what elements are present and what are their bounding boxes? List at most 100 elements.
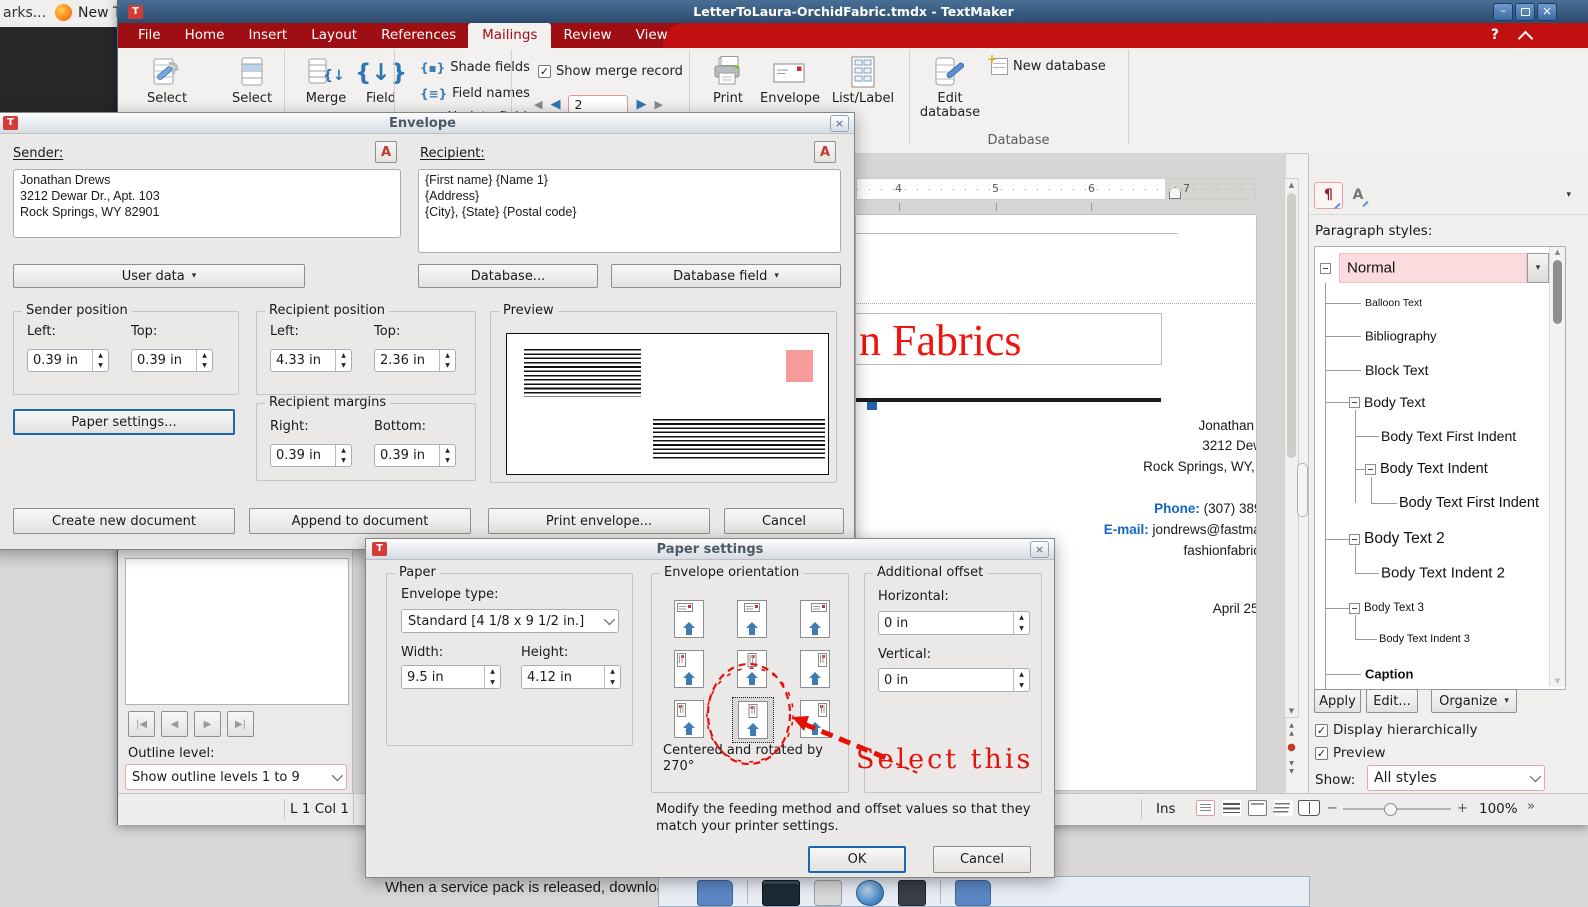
page-view-icon[interactable] <box>1196 800 1215 816</box>
show-merge-record-checkbox[interactable]: ✓ Show merge record <box>538 64 683 79</box>
vertical-scrollbar[interactable]: ▲ ▼ <box>1284 178 1299 718</box>
print-envelope-button[interactable]: Print envelope... <box>488 508 710 534</box>
orientation-option-8-selected[interactable] <box>732 697 774 743</box>
folder-icon[interactable] <box>697 880 733 906</box>
show-styles-dropdown[interactable]: All styles <box>1367 765 1545 791</box>
sender-left-stepper[interactable]: 0.39 in▲▼ <box>27 349 109 372</box>
sidebar-menu-icon[interactable]: ▾ <box>1566 190 1571 200</box>
recipient-top-stepper[interactable]: 2.36 in▲▼ <box>374 349 456 372</box>
database-field-button[interactable]: Database field▾ <box>611 264 841 288</box>
frame-view-icon[interactable] <box>1248 800 1267 816</box>
tab-mailings[interactable]: Mailings <box>468 23 551 48</box>
orientation-option-5[interactable] <box>732 647 772 691</box>
apply-style-button[interactable]: Apply <box>1314 689 1361 713</box>
recipient-font-button[interactable]: A <box>814 141 836 163</box>
orientation-option-3[interactable] <box>795 597 835 641</box>
record-next-icon[interactable]: ▶ <box>636 97 646 112</box>
browse-target-button[interactable]: ● <box>1284 742 1299 758</box>
sidebar-splitter-handle[interactable] <box>1297 463 1308 517</box>
envelope-type-dropdown[interactable]: Standard [4 1/8 x 9 1/2 in.] <box>401 609 619 633</box>
tree-expand-icon[interactable] <box>1365 464 1376 475</box>
nav-last-button[interactable]: ▶| <box>227 711 254 737</box>
selection-handle[interactable] <box>867 402 877 410</box>
paragraph-styles-tab[interactable]: ¶ <box>1314 182 1343 209</box>
style-item[interactable]: Body Text First Indent <box>1399 495 1539 511</box>
record-last-icon[interactable]: ▶ <box>654 98 662 111</box>
drive-icon[interactable] <box>898 880 926 906</box>
tab-references[interactable]: References <box>369 23 468 48</box>
zoom-slider-track[interactable] <box>1343 808 1451 810</box>
style-item[interactable]: Body Text Indent 2 <box>1381 565 1505 582</box>
normal-view-icon[interactable] <box>1222 800 1241 816</box>
envelope-dialog-titlebar[interactable]: Envelope <box>0 113 854 134</box>
user-data-button[interactable]: User data▾ <box>13 264 305 288</box>
character-styles-tab[interactable]: A <box>1346 183 1370 207</box>
orientation-option-4[interactable] <box>669 647 709 691</box>
nav-next-button[interactable]: ▶ <box>194 711 221 737</box>
orientation-option-7[interactable] <box>669 697 709 741</box>
style-item[interactable]: Body Text 2 <box>1364 530 1445 548</box>
orientation-option-2[interactable] <box>732 597 772 641</box>
window-icon[interactable] <box>814 880 842 906</box>
field-button[interactable]: {↓} Field <box>355 54 407 112</box>
nav-first-button[interactable]: |◀ <box>128 711 155 737</box>
tab-view[interactable]: View <box>624 23 680 48</box>
tree-expand-icon[interactable] <box>1349 397 1360 408</box>
close-dialog-button[interactable]: × <box>1030 541 1049 558</box>
margin-right-stepper[interactable]: 0.39 in▲▼ <box>270 444 352 467</box>
style-item-normal[interactable]: Normal <box>1347 260 1395 277</box>
styles-scrollbar[interactable]: ▲ ▼ <box>1549 247 1565 687</box>
browse-prev-object-button[interactable]: ▲▲ <box>1284 722 1299 740</box>
sender-textarea[interactable]: Jonathan Drews 3212 Dewar Dr., Apt. 103 … <box>13 169 401 238</box>
window-titlebar[interactable]: LetterToLaura-OrchidFabric.tmdx - TextMa… <box>118 0 1588 23</box>
style-item[interactable]: Body Text <box>1364 394 1425 410</box>
style-item[interactable]: Caption <box>1365 667 1413 682</box>
statusbar-more-icon[interactable]: » <box>1527 799 1535 814</box>
globe-icon[interactable] <box>856 880 884 906</box>
bookmarks-fragment[interactable]: arks... <box>3 5 46 21</box>
field-names-button[interactable]: {≡} Field names <box>420 86 530 101</box>
tree-expand-icon[interactable] <box>1320 263 1331 274</box>
record-prev-icon[interactable]: ◀ <box>550 97 560 112</box>
style-item[interactable]: Bibliography <box>1365 329 1437 344</box>
paper-settings-button[interactable]: Paper settings... <box>13 409 235 435</box>
select-records-button[interactable]: Select <box>138 54 196 112</box>
browse-next-object-button[interactable]: ▼▼ <box>1284 760 1299 778</box>
preview-checkbox[interactable]: ✓ Preview <box>1315 745 1386 761</box>
tab-file[interactable]: File <box>126 23 173 48</box>
organize-styles-button[interactable]: Organize▾ <box>1431 689 1517 713</box>
recipient-left-stepper[interactable]: 4.33 in▲▼ <box>270 349 352 372</box>
nav-prev-button[interactable]: ◀ <box>161 711 188 737</box>
close-dialog-button[interactable]: × <box>830 115 849 132</box>
append-to-document-button[interactable]: Append to document <box>249 508 471 534</box>
database-button[interactable]: Database... <box>418 264 598 288</box>
zoom-level[interactable]: 100% <box>1479 801 1518 817</box>
orientation-option-9[interactable] <box>795 697 835 741</box>
paper-dialog-titlebar[interactable]: Paper settings <box>366 539 1054 560</box>
book-view-icon[interactable] <box>1298 800 1320 816</box>
record-first-icon[interactable]: ◀ <box>534 98 542 111</box>
tab-review[interactable]: Review <box>551 23 623 48</box>
sender-font-button[interactable]: A <box>375 141 397 163</box>
create-new-document-button[interactable]: Create new document <box>13 508 235 534</box>
tree-expand-icon[interactable] <box>1349 603 1360 614</box>
sender-top-stepper[interactable]: 0.39 in▲▼ <box>131 349 213 372</box>
style-item[interactable]: Body Text 3 <box>1364 602 1424 614</box>
edit-style-button[interactable]: Edit... <box>1366 689 1418 713</box>
select-text-button[interactable]: Select <box>223 54 281 112</box>
recipient-textarea[interactable]: {First name} {Name 1} {Address} {City}, … <box>418 169 841 253</box>
tab-home[interactable]: Home <box>173 23 237 48</box>
horizontal-offset-stepper[interactable]: 0 in▲▼ <box>878 611 1030 635</box>
maximize-button[interactable] <box>1515 3 1535 21</box>
list-label-button[interactable]: List/Label <box>823 54 903 112</box>
insert-mode-status[interactable]: Ins <box>1156 801 1176 817</box>
display-hierarchically-checkbox[interactable]: ✓ Display hierarchically <box>1315 722 1478 738</box>
outline-view-icon[interactable] <box>1274 800 1293 816</box>
height-stepper[interactable]: 4.12 in▲▼ <box>521 665 621 689</box>
style-item[interactable]: Body Text Indent <box>1380 461 1488 477</box>
width-stepper[interactable]: 9.5 in▲▼ <box>401 665 501 689</box>
close-window-button[interactable]: × <box>1537 3 1557 21</box>
cancel-button[interactable]: Cancel <box>724 508 844 534</box>
tab-insert[interactable]: Insert <box>236 23 299 48</box>
style-item[interactable]: Body Text First Indent <box>1381 428 1516 444</box>
